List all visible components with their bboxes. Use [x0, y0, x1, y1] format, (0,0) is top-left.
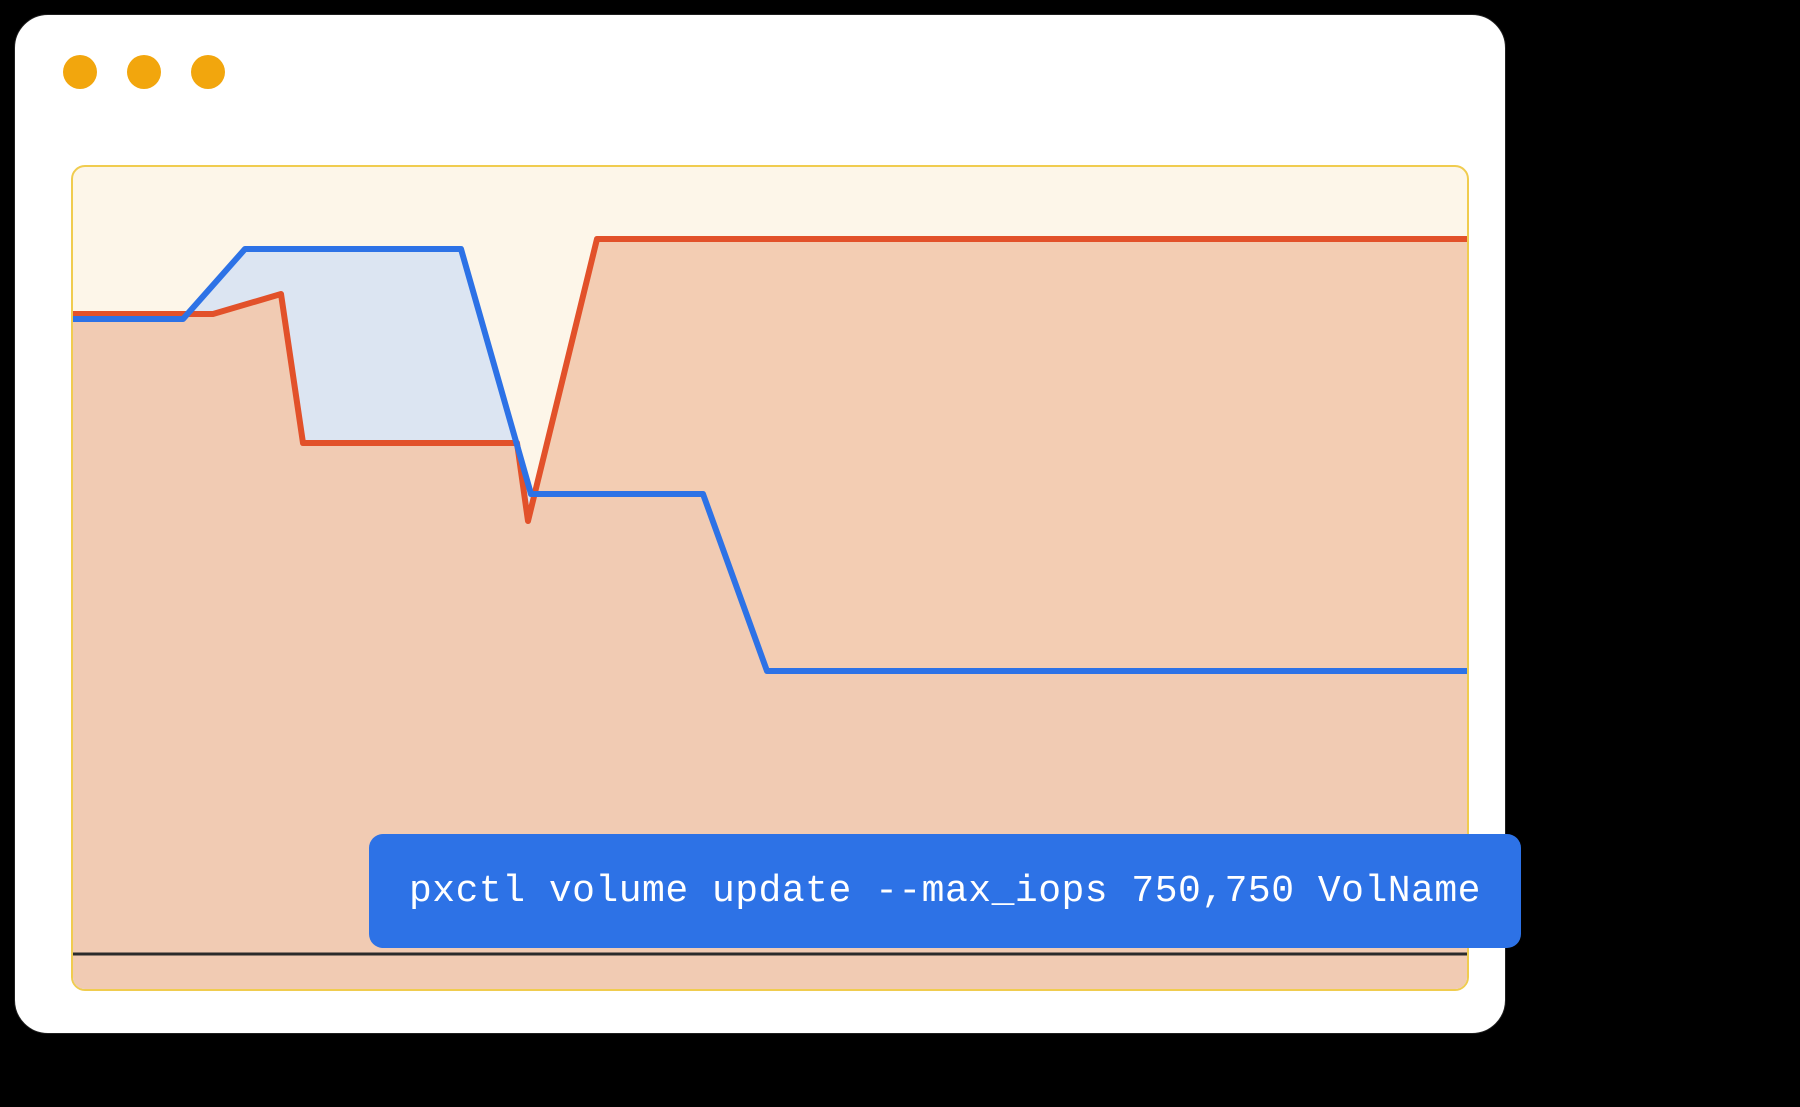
- minimize-icon[interactable]: [127, 55, 161, 89]
- window-traffic-lights: [63, 55, 225, 89]
- close-icon[interactable]: [63, 55, 97, 89]
- command-chip: pxctl volume update --max_iops 750,750 V…: [369, 834, 1521, 948]
- zoom-icon[interactable]: [191, 55, 225, 89]
- command-text: pxctl volume update --max_iops 750,750 V…: [409, 870, 1481, 913]
